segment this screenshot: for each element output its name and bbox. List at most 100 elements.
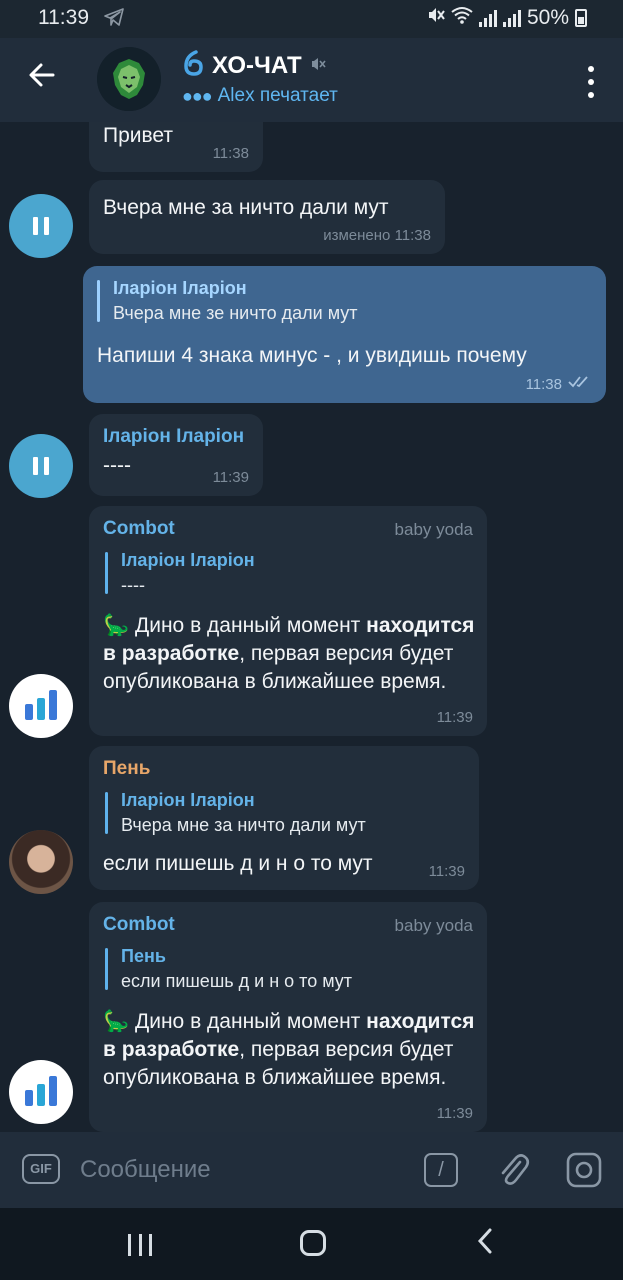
chat-avatar[interactable]	[97, 47, 161, 111]
dino-emoji: 🦕	[103, 614, 130, 637]
reply-author: Пень	[121, 946, 166, 966]
admin-title: baby yoda	[394, 916, 473, 935]
message-bubble[interactable]: Іларіон Іларіон ---- 11:39	[89, 414, 263, 496]
message-bubble[interactable]: Привет 11:38	[89, 122, 263, 172]
telegram-chat-screen: 11:39 50% ХО-ЧАТ ●●● Alex печатает Приве…	[0, 0, 623, 1280]
message-text: Вчера мне за ничто дали мут	[103, 196, 389, 219]
recent-bar	[149, 1234, 152, 1256]
message-text: 🦕 Дино в данный момент находится в разра…	[103, 612, 478, 696]
message-text: ----	[103, 454, 131, 477]
message-bubble[interactable]: Вчера мне за ничто дали мут изменено 11:…	[89, 180, 445, 254]
avatar[interactable]	[9, 674, 73, 738]
message-time: изменено 11:38	[323, 227, 431, 244]
message-sender[interactable]: Іларіон Іларіон	[103, 426, 244, 448]
message-text: если пишешь д и н о то мут	[103, 852, 373, 875]
message-text: Напиши 4 знака минус - , и увидишь почем…	[97, 344, 527, 367]
dino-emoji: 🦕	[103, 1010, 130, 1033]
chat-title: ХО-ЧАТ	[212, 51, 302, 79]
pause-bar	[33, 457, 38, 475]
reply-author: Іларіон Іларіон	[113, 278, 247, 298]
bot-bar	[37, 1084, 45, 1106]
bot-bar	[25, 1090, 33, 1106]
mute-status-icon	[427, 6, 445, 30]
message-text: Привет	[103, 124, 174, 147]
pause-bar	[33, 217, 38, 235]
system-back-button[interactable]	[475, 1226, 495, 1262]
reply-author: Іларіон Іларіон	[121, 550, 255, 570]
camera-button[interactable]	[566, 1152, 602, 1188]
message-list[interactable]: Привет 11:38 Вчера мне за ничто дали мут…	[0, 122, 623, 1132]
menu-dot	[588, 92, 594, 98]
camera-icon	[566, 1152, 602, 1188]
avatar[interactable]	[9, 194, 73, 258]
menu-dot	[588, 79, 594, 85]
chat-muted-icon	[310, 56, 326, 76]
message-text: 🦕 Дино в данный момент находится в разра…	[103, 1008, 478, 1092]
back-button[interactable]	[22, 58, 62, 98]
system-navigation-bar	[0, 1208, 623, 1280]
wifi-icon	[451, 6, 473, 30]
outgoing-message-bubble[interactable]: Іларіон Іларіон Вчера мне зе ничто дали …	[83, 266, 606, 403]
more-options-button[interactable]	[585, 62, 597, 102]
pause-bar	[44, 457, 49, 475]
battery-icon	[575, 9, 587, 27]
recent-bar	[138, 1234, 142, 1256]
admin-title: baby yoda	[394, 520, 473, 539]
message-time: 11:39	[428, 863, 465, 880]
reply-quote[interactable]: Іларіон Іларіон Вчера мне зе ничто дали …	[97, 278, 577, 324]
typing-text: Alex печатает	[217, 85, 338, 106]
typing-status: ●●● Alex печатает	[182, 85, 338, 107]
reply-quote[interactable]: Іларіон Іларіон ----	[105, 550, 465, 596]
back-arrow-icon	[29, 63, 55, 87]
message-time: 11:38	[525, 375, 562, 393]
pause-bar	[44, 217, 49, 235]
reply-text: Вчера мне за ничто дали мут	[121, 815, 366, 835]
avatar[interactable]	[9, 1060, 73, 1124]
menu-dot	[588, 66, 594, 72]
signal-icon-1	[478, 9, 497, 27]
avatar[interactable]	[9, 830, 73, 894]
recent-bar	[128, 1234, 131, 1256]
bot-bar	[49, 1076, 57, 1106]
attach-button[interactable]	[496, 1152, 530, 1188]
double-check-icon	[568, 375, 592, 393]
message-time: 11:39	[212, 469, 249, 486]
reply-text: если пишешь д и н о то мут	[121, 971, 353, 991]
chat-header: ХО-ЧАТ ●●● Alex печатает	[0, 38, 623, 122]
message-sender[interactable]: Пень	[103, 758, 150, 780]
reply-author: Іларіон Іларіон	[121, 790, 255, 810]
avatar[interactable]	[9, 434, 73, 498]
gif-button[interactable]: GIF	[22, 1154, 60, 1184]
paperclip-icon	[501, 1154, 530, 1185]
message-time: 11:39	[436, 709, 473, 726]
status-right: 50%	[427, 6, 587, 30]
message-sender[interactable]: Combot	[103, 914, 175, 936]
message-sender[interactable]: Combot	[103, 518, 175, 540]
message-time: 11:38	[212, 145, 249, 162]
message-input[interactable]	[80, 1152, 400, 1188]
bot-bar	[49, 690, 57, 720]
chat-title-row[interactable]: ХО-ЧАТ	[182, 50, 326, 81]
reply-text: ----	[121, 575, 145, 595]
recent-apps-button[interactable]	[128, 1234, 152, 1256]
lion-logo-icon	[97, 47, 161, 111]
telegram-notification-icon	[104, 8, 124, 32]
message-time: 11:39	[436, 1105, 473, 1122]
message-bubble[interactable]: Пень Іларіон Іларіон Вчера мне за ничто …	[89, 746, 479, 890]
status-bar: 11:39 50%	[0, 0, 623, 38]
reply-quote[interactable]: Пень если пишешь д и н о то мут	[105, 946, 465, 992]
message-composer: GIF /	[0, 1132, 623, 1208]
reply-quote[interactable]: Іларіон Іларіон Вчера мне за ничто дали …	[105, 790, 465, 836]
bot-bar	[37, 698, 45, 720]
reply-text: Вчера мне зе ничто дали мут	[113, 303, 358, 323]
message-text-a: Дино в данный момент	[135, 614, 361, 637]
signal-icon-2	[502, 9, 521, 27]
message-text-a: Дино в данный момент	[135, 1010, 361, 1033]
bot-bar	[25, 704, 33, 720]
message-time-row: 11:38	[526, 375, 592, 393]
bot-commands-button[interactable]: /	[424, 1153, 458, 1187]
message-bubble[interactable]: Combot baby yoda Іларіон Іларіон ---- 🦕 …	[89, 506, 487, 736]
home-button[interactable]	[300, 1230, 326, 1256]
message-bubble[interactable]: Combot baby yoda Пень если пишешь д и н …	[89, 902, 487, 1132]
channel-swirl-icon	[182, 50, 204, 81]
